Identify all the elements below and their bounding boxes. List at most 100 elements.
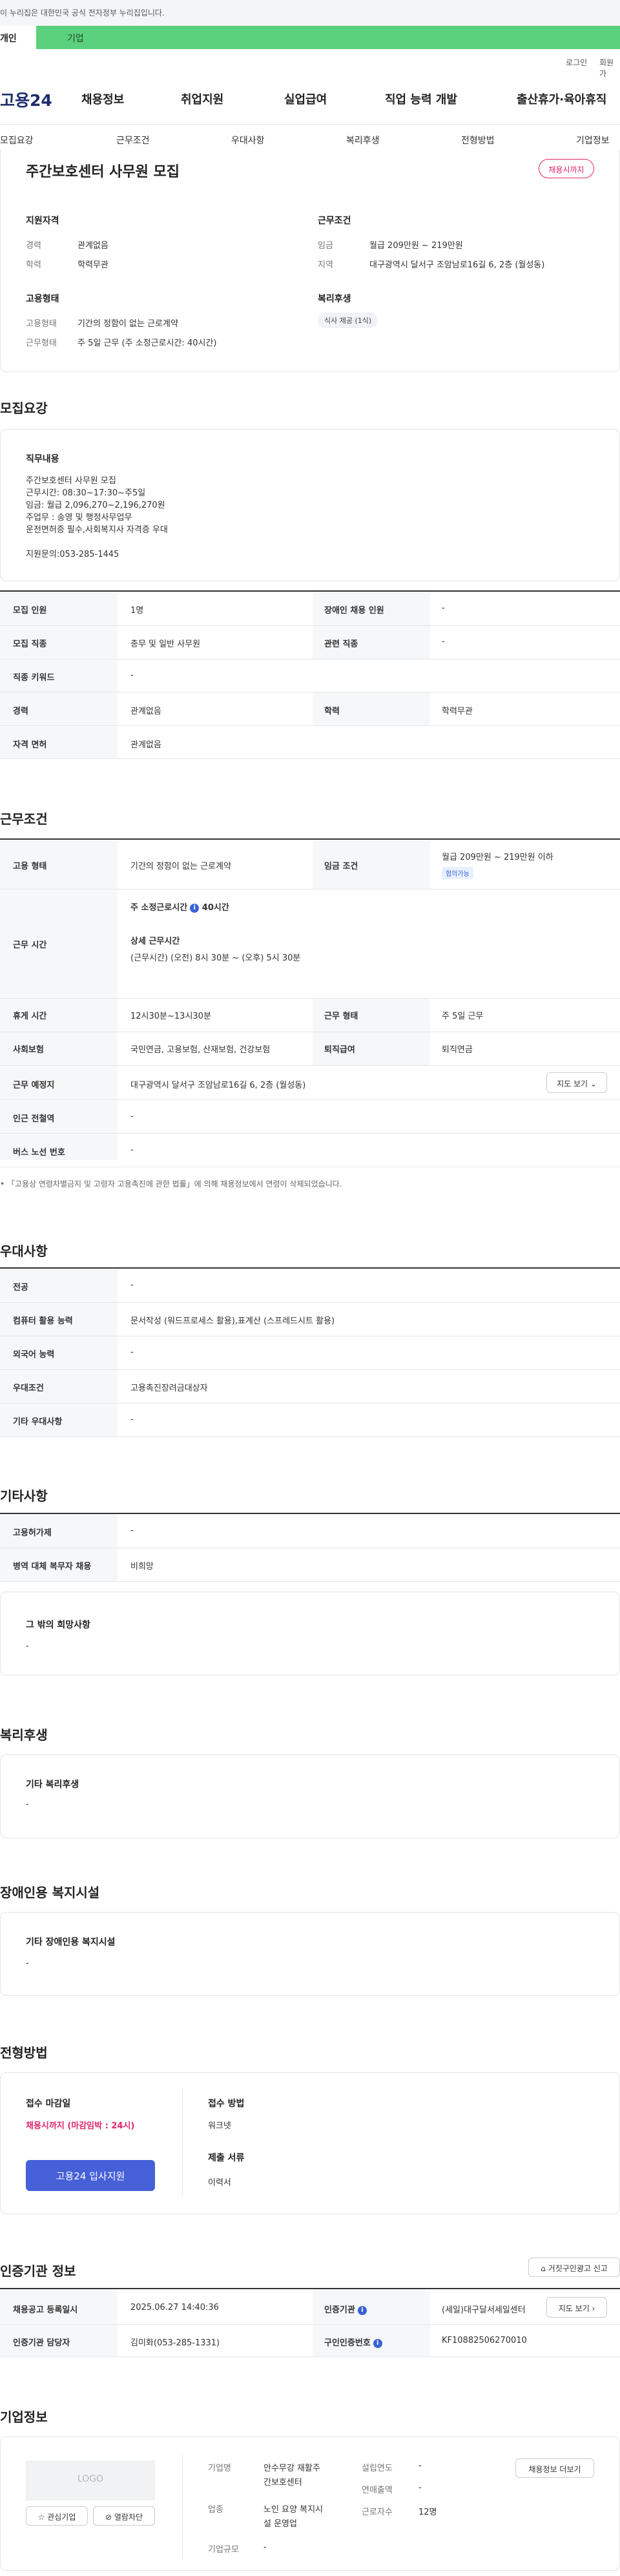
duty-line: 지원문의:053-285-1445 bbox=[26, 550, 119, 559]
star-icon: ☆ bbox=[37, 2513, 45, 2522]
table-cell: 월급 209만원 ~ 219만원 이하 bbox=[442, 853, 553, 862]
tab-personal[interactable]: 개인 bbox=[0, 26, 36, 49]
gnb-item-employment-support[interactable]: 취업지원 bbox=[181, 90, 223, 107]
worktime-detail: (근무시간) (오전) 8시 30분 ~ (오후) 5시 30분 bbox=[130, 953, 301, 963]
gov-banner: 이 누리집은 대한민국 공식 전자정부 누리집입니다. bbox=[0, 0, 620, 26]
age-removed-note: • 「고용상 연령차별금지 및 고령자 고용촉진에 관한 법률」에 의해 채용정… bbox=[0, 1179, 342, 1189]
table-cell: - bbox=[130, 1347, 134, 1357]
employees-label: 근로자수 bbox=[362, 2508, 393, 2517]
qualification-heading: 지원자격 bbox=[26, 216, 59, 226]
employees-value: 12명 bbox=[418, 2508, 437, 2517]
chevron-right-icon: › bbox=[592, 2304, 595, 2313]
industry-label: 업종 bbox=[208, 2505, 223, 2515]
career-label: 경력 bbox=[26, 241, 41, 251]
table-row-divider bbox=[0, 758, 620, 759]
table-cell: 주 5일 근무 bbox=[442, 1012, 484, 1021]
company-name-label: 기업명 bbox=[208, 2464, 231, 2473]
deadline-label: 접수 마감일 bbox=[26, 2099, 71, 2109]
table-header: 사회보험 bbox=[13, 1045, 44, 1055]
employment-type-value: 기간의 정함이 없는 근로계약 bbox=[78, 319, 178, 329]
login-link[interactable]: 로그인 bbox=[566, 57, 587, 68]
table-cell: 김미화(053-285-1331) bbox=[130, 2338, 220, 2348]
report-button[interactable]: ⌂ 거짓구인광고 신고 bbox=[528, 2258, 620, 2277]
table-row-divider bbox=[0, 2356, 620, 2357]
subnav-preferences[interactable]: 우대사항 bbox=[231, 134, 265, 147]
signup-link[interactable]: 회원가 bbox=[599, 57, 620, 79]
table-row-divider bbox=[0, 659, 620, 660]
gnb-item-vocational-training[interactable]: 직업 능력 개발 bbox=[385, 90, 457, 107]
tab-company[interactable]: 기업 bbox=[36, 26, 620, 49]
duty-line: 주업무 : 송영 및 행정사무업무 bbox=[26, 513, 132, 523]
education-value: 학력무관 bbox=[78, 260, 108, 270]
header-divider bbox=[0, 124, 620, 125]
table-cell: - bbox=[130, 1145, 134, 1155]
duty-line: 근무시간: 08:30~17:30~주5일 bbox=[26, 488, 146, 498]
table-cell: - bbox=[130, 1280, 134, 1290]
gnb-item-jobs[interactable]: 채용정보 bbox=[81, 90, 124, 107]
more-jobs-button[interactable]: 채용정보 더보기 bbox=[515, 2458, 594, 2478]
table-cell: 대구광역시 달서구 조암남로16길 6, 2층 (월성동) bbox=[130, 1081, 306, 1090]
info-icon[interactable]: i bbox=[357, 2305, 367, 2315]
table-header: 근무 예정지 bbox=[13, 1081, 55, 1090]
table-row-divider bbox=[0, 1133, 620, 1134]
welfare-card bbox=[0, 1754, 620, 1838]
map-button[interactable]: 지도 보기 ⌄ bbox=[546, 1072, 607, 1093]
gnb-item-parental-leave[interactable]: 출산휴가·육아휴직 bbox=[517, 90, 606, 107]
welfare-other-value: - bbox=[26, 1800, 29, 1809]
weekly-hours-label: 주 소정근로시간 bbox=[130, 903, 188, 913]
industry-line: 설 운영업 bbox=[264, 2519, 297, 2529]
report-button-label: 거짓구인광고 신고 bbox=[548, 2264, 608, 2273]
company-logo-placeholder: LOGO bbox=[26, 2460, 155, 2500]
career-value: 관계없음 bbox=[78, 241, 108, 251]
info-icon[interactable]: i bbox=[373, 2338, 382, 2348]
age-removed-note-text: 「고용상 연령차별금지 및 고령자 고용촉진에 관한 법률」에 의해 채용정보에… bbox=[6, 1179, 342, 1189]
favorite-company-button[interactable]: ☆ 관심기업 bbox=[26, 2506, 88, 2526]
info-icon[interactable]: i bbox=[190, 903, 200, 913]
apply-button[interactable]: 고용24 입사지원 bbox=[26, 2160, 155, 2191]
table-header: 인근 전철역 bbox=[13, 1114, 55, 1124]
table-header: 인증기관 담당자 bbox=[13, 2338, 70, 2348]
table-cell: (세일)대구달서세일센터 bbox=[442, 2305, 526, 2315]
agency-map-button-label: 지도 보기 bbox=[558, 2304, 590, 2313]
worktime-detail-title: 상세 근무시간 bbox=[130, 937, 180, 946]
work-type-value: 주 5일 근무 (주 소정근로시간: 40시간) bbox=[78, 338, 217, 348]
table-header: 고용허가제 bbox=[13, 1528, 52, 1538]
table-header: 임금 조건 bbox=[324, 862, 358, 871]
founded-value: - bbox=[418, 2461, 422, 2471]
table-cell: KF10882506270010 bbox=[442, 2336, 527, 2345]
table-row-divider bbox=[0, 2324, 620, 2325]
table-cell: - bbox=[130, 670, 134, 680]
gnb-item-unemployment-benefit[interactable]: 실업급여 bbox=[284, 90, 327, 107]
table-cell: 비희망 bbox=[130, 1562, 154, 1572]
etc-section-title: 기타사항 bbox=[0, 1488, 48, 1504]
subnav-selection[interactable]: 전형방법 bbox=[461, 134, 495, 147]
table-header: 근무 시간 bbox=[13, 940, 47, 950]
table-header: 장애인 채용 인원 bbox=[324, 606, 384, 616]
other-wishes-heading: 그 밖의 희망사항 bbox=[26, 1620, 90, 1630]
subnav-company[interactable]: 기업정보 bbox=[576, 134, 610, 147]
table-header: 자격 면허 bbox=[13, 740, 47, 750]
selection-section-title: 전형방법 bbox=[0, 2045, 48, 2061]
table-cell: 관계없음 bbox=[130, 707, 161, 716]
table-header: 모집 인원 bbox=[13, 606, 47, 616]
table-header: 모집 직종 bbox=[13, 639, 47, 649]
documents-value: 이력서 bbox=[208, 2178, 231, 2188]
subnav-conditions[interactable]: 근무조건 bbox=[116, 134, 150, 147]
table-header: 채용공고 등록일시 bbox=[13, 2305, 78, 2315]
table-cell: 기간의 정함이 없는 근로계약 bbox=[130, 862, 231, 871]
table-header: 구인인증번호 i bbox=[324, 2336, 382, 2348]
subnav-welfare[interactable]: 복리후생 bbox=[346, 134, 380, 147]
preferences-section-title: 우대사항 bbox=[0, 1243, 48, 1259]
table-cell: 고용촉진장려금대상자 bbox=[130, 1384, 208, 1393]
disability-other-heading: 기타 장애인용 복지시설 bbox=[26, 1937, 116, 1948]
founded-label: 설립연도 bbox=[362, 2464, 393, 2473]
table-cell: - bbox=[442, 637, 445, 647]
block-view-label: 열람차단 bbox=[114, 2513, 143, 2522]
site-logo[interactable]: 고용24 bbox=[0, 88, 52, 111]
agency-map-button[interactable]: 지도 보기 › bbox=[546, 2297, 607, 2318]
table-header: 휴게 시간 bbox=[13, 1012, 47, 1021]
block-view-button[interactable]: ⊘ 열람차단 bbox=[93, 2506, 155, 2526]
subnav-recruit[interactable]: 모집요강 bbox=[0, 134, 34, 147]
method-label: 접수 방법 bbox=[208, 2099, 245, 2109]
industry-line: 노인 요양 복지시 bbox=[264, 2505, 323, 2515]
